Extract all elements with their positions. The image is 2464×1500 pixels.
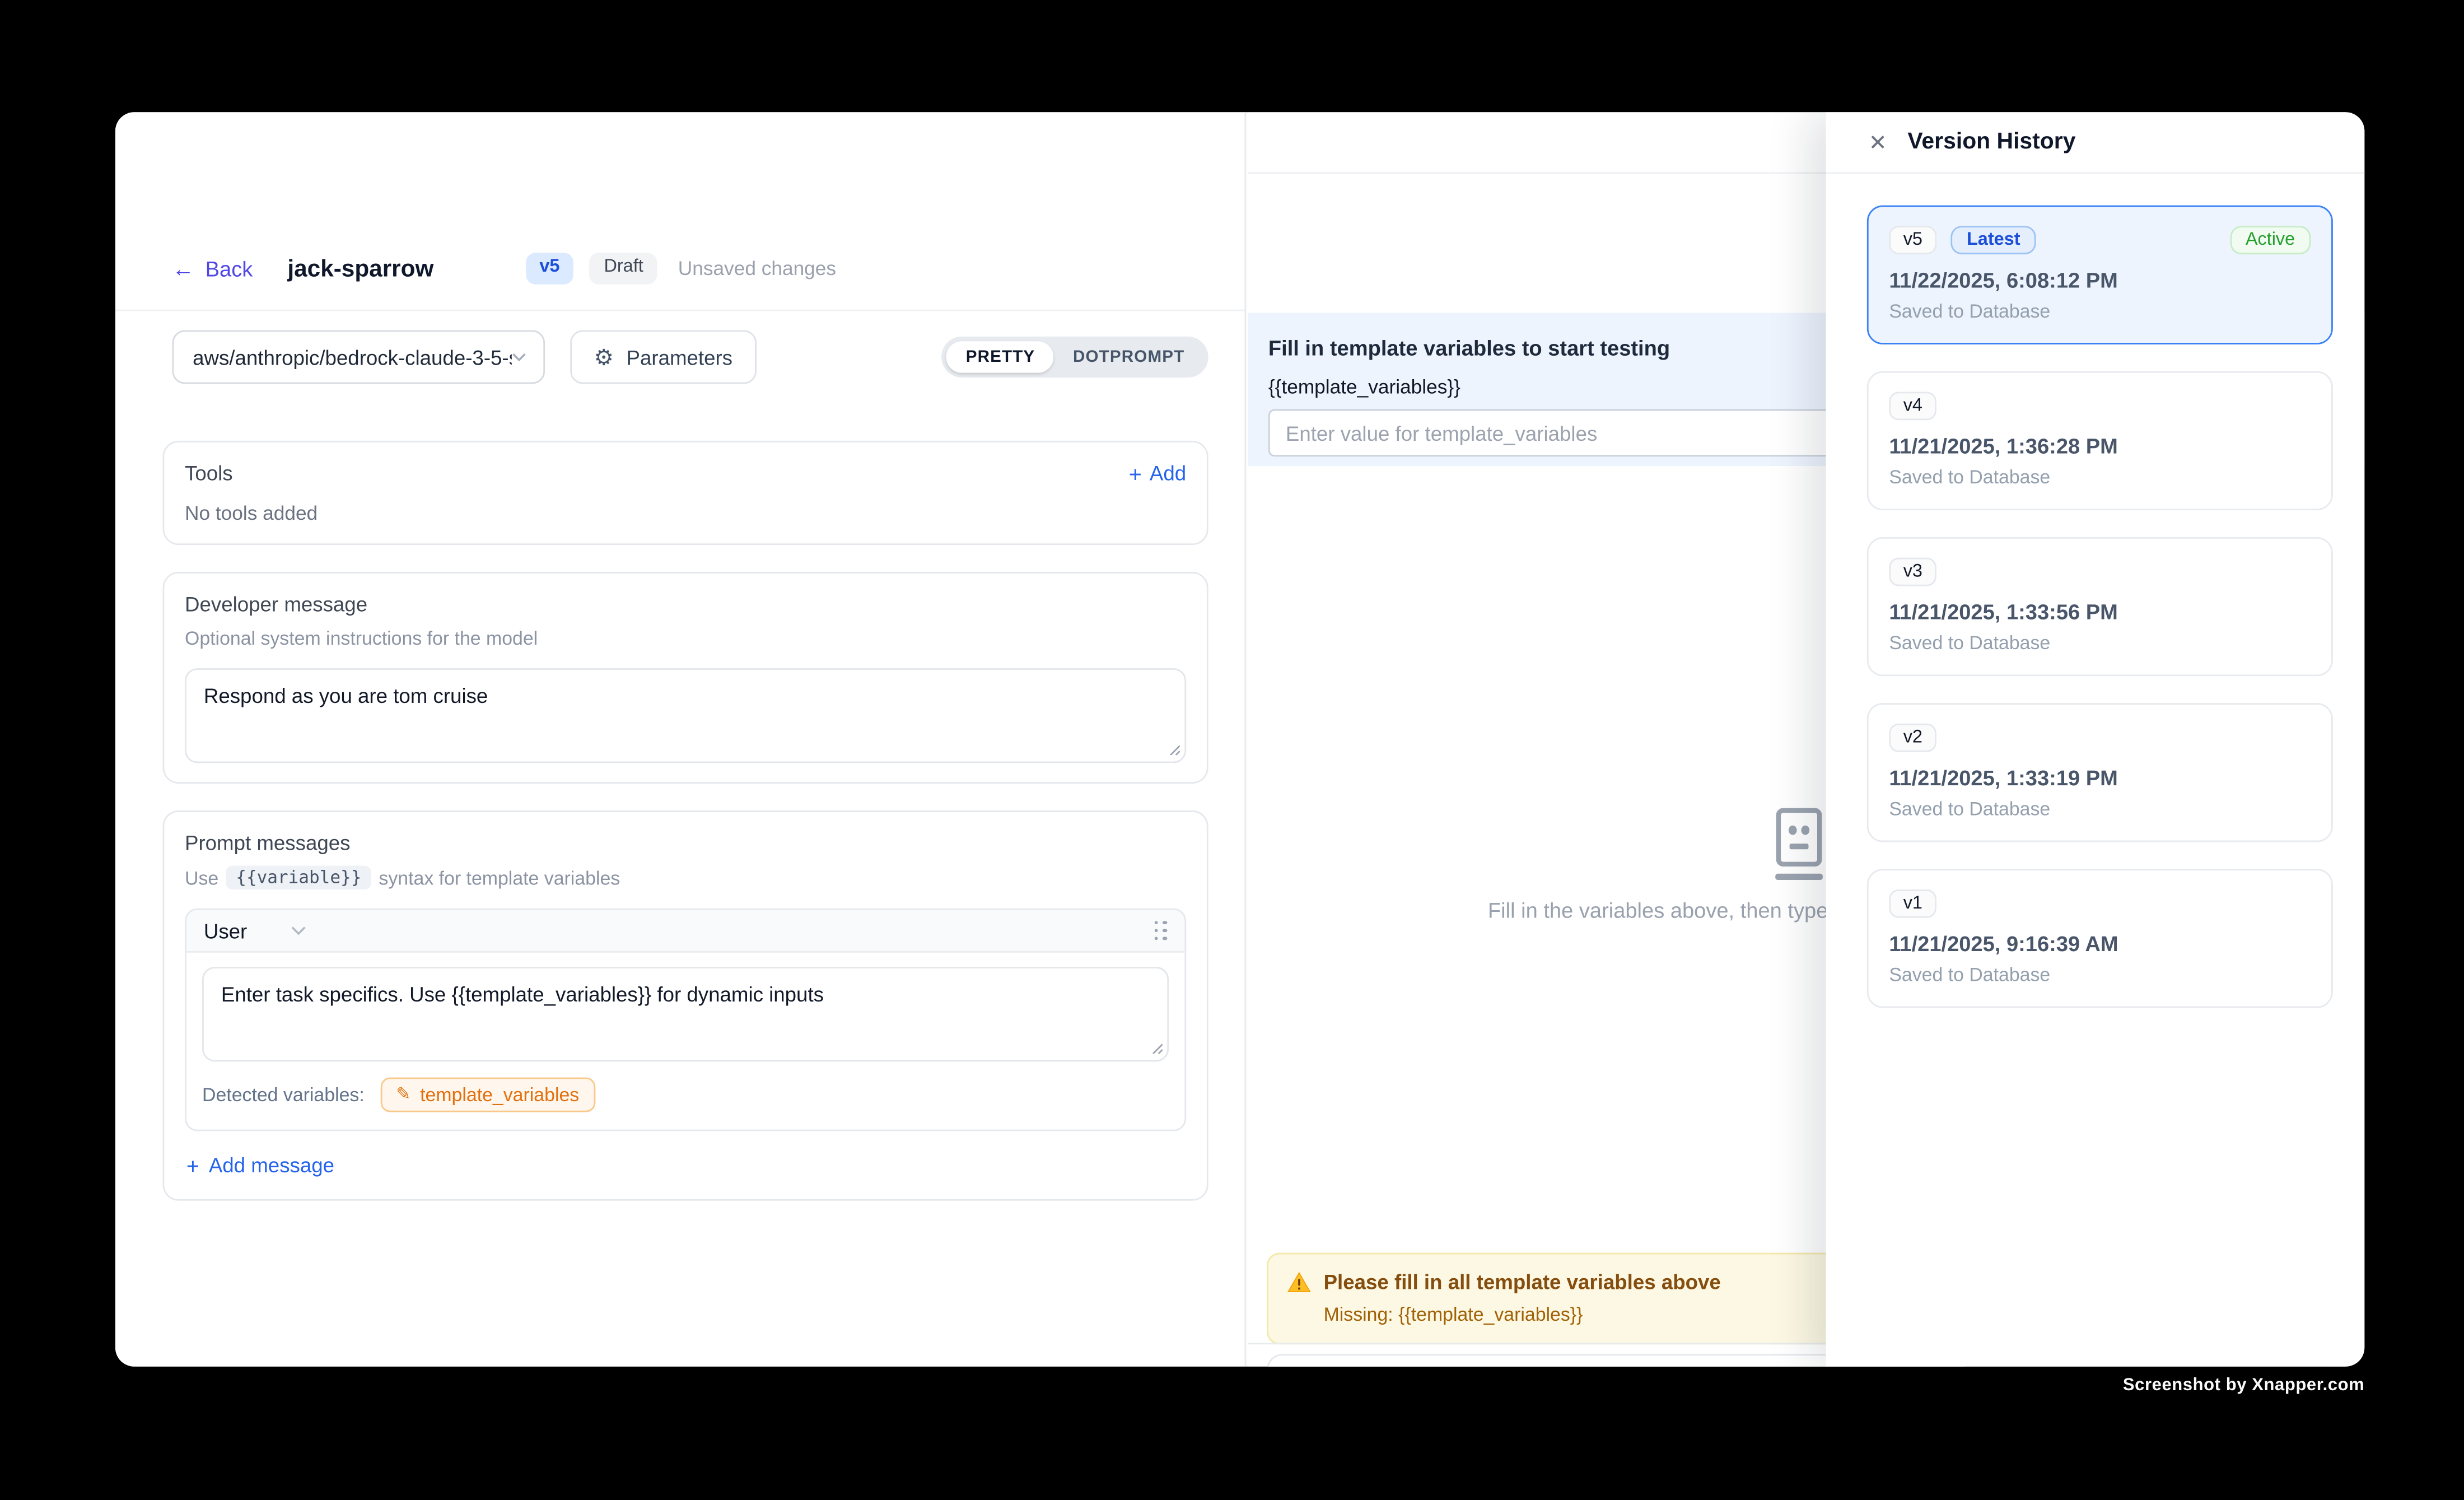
message-body: Enter task specifics. Use {{template_var… — [186, 953, 1185, 1062]
screenshot-stage: ← Back jack-sparrow v5 Draft Unsaved cha… — [0, 0, 2464, 1500]
version-timestamp: 11/21/2025, 1:33:56 PM — [1889, 600, 2311, 624]
version-timestamp: 11/21/2025, 1:36:28 PM — [1889, 435, 2311, 458]
chevron-down-icon — [291, 926, 307, 935]
version-storage: Saved to Database — [1889, 964, 2311, 986]
version-storage: Saved to Database — [1889, 798, 2311, 819]
drag-handle[interactable] — [1154, 920, 1167, 940]
version-card-v5[interactable]: v5 Latest Active 11/22/2025, 6:08:12 PM … — [1867, 206, 2333, 344]
developer-message-hint: Optional system instructions for the mod… — [185, 627, 1186, 649]
back-arrow-icon: ← — [172, 258, 194, 279]
watermark: Screenshot by Xnapper.com — [2123, 1376, 2364, 1395]
message-role-selector[interactable]: User — [204, 919, 307, 942]
version-badge: v5 — [525, 253, 574, 285]
parameters-label: Parameters — [627, 345, 733, 369]
version-card-v1[interactable]: v1 11/21/2025, 9:16:39 AM Saved to Datab… — [1867, 869, 2333, 1008]
version-history-title: Version History — [1907, 129, 2075, 155]
draft-badge: Draft — [590, 253, 657, 285]
version-timestamp: 11/21/2025, 9:16:39 AM — [1889, 932, 2311, 956]
model-row: aws/anthropic/bedrock-claude-3-5-s... ⚙ … — [163, 330, 1208, 384]
editor-header: ← Back jack-sparrow v5 Draft Unsaved cha… — [115, 112, 1245, 311]
message-content-input[interactable]: Enter task specifics. Use {{template_var… — [202, 967, 1169, 1061]
prompt-messages-card: Prompt messages Use {{variable}} syntax … — [163, 810, 1208, 1201]
tools-card: Tools + Add No tools added — [163, 441, 1208, 545]
add-message-label: Add message — [209, 1153, 334, 1177]
version-card-v2[interactable]: v2 11/21/2025, 1:33:19 PM Saved to Datab… — [1867, 703, 2333, 842]
format-toggle: PRETTY DOTPROMPT — [942, 337, 1208, 378]
active-badge: Active — [2230, 226, 2311, 254]
close-button[interactable]: ✕ — [1869, 131, 1887, 153]
add-tool-button[interactable]: + Add — [1129, 462, 1186, 485]
close-icon: ✕ — [1869, 129, 1887, 155]
version-number-badge: v4 — [1889, 392, 1936, 420]
detected-variables-label: Detected variables: — [202, 1084, 365, 1106]
prompt-messages-hint: Use {{variable}} syntax for template var… — [185, 866, 1186, 889]
add-message-button[interactable]: + Add message — [186, 1153, 1186, 1177]
version-list: v5 Latest Active 11/22/2025, 6:08:12 PM … — [1826, 174, 2364, 1008]
gear-icon: ⚙ — [594, 346, 614, 368]
editor-content: aws/anthropic/bedrock-claude-3-5-s... ⚙ … — [115, 311, 1245, 1201]
resize-handle-icon[interactable] — [1167, 743, 1180, 756]
version-card-v4[interactable]: v4 11/21/2025, 1:36:28 PM Saved to Datab… — [1867, 371, 2333, 510]
tools-label: Tools — [185, 462, 233, 485]
version-timestamp: 11/22/2025, 6:08:12 PM — [1889, 268, 2311, 292]
version-number-badge: v3 — [1889, 558, 1936, 586]
prompt-messages-label: Prompt messages — [185, 831, 1186, 855]
unsaved-changes-label: Unsaved changes — [678, 258, 836, 279]
developer-message-card: Developer message Optional system instru… — [163, 572, 1208, 784]
latest-badge: Latest — [1951, 226, 2036, 254]
message-header: User — [186, 910, 1185, 953]
version-history-panel: ✕ Version History v5 Latest Active 11/22… — [1826, 112, 2364, 1366]
warning-title: Please fill in all template variables ab… — [1324, 1270, 1721, 1294]
parameters-button[interactable]: ⚙ Parameters — [570, 330, 756, 384]
version-number-badge: v1 — [1889, 889, 1936, 918]
back-label: Back — [206, 257, 253, 281]
version-timestamp: 11/21/2025, 1:33:19 PM — [1889, 766, 2311, 790]
version-history-header: ✕ Version History — [1826, 112, 2364, 174]
detected-variables-row: Detected variables: ✎ template_variables — [186, 1061, 1185, 1129]
model-selector-value: aws/anthropic/bedrock-claude-3-5-s... — [193, 345, 511, 369]
variable-syntax-chip: {{variable}} — [226, 866, 371, 889]
message-role-value: User — [204, 919, 247, 942]
toggle-dotprompt[interactable]: DOTPROMPT — [1054, 341, 1203, 372]
chevron-down-icon — [511, 352, 526, 362]
version-storage: Saved to Database — [1889, 632, 2311, 654]
version-storage: Saved to Database — [1889, 466, 2311, 488]
resize-handle-icon[interactable] — [1150, 1041, 1163, 1054]
developer-message-input[interactable]: Respond as you are tom cruise — [185, 668, 1186, 763]
message-block: User Enter task specifics. Use {{templat… — [185, 909, 1186, 1131]
prompt-editor-pane: ← Back jack-sparrow v5 Draft Unsaved cha… — [115, 112, 1246, 1366]
add-tool-label: Add — [1150, 462, 1186, 485]
version-number-badge: v5 — [1889, 226, 1936, 254]
developer-message-label: Developer message — [185, 593, 1186, 616]
robot-icon — [1766, 807, 1832, 891]
hint-suffix: syntax for template variables — [379, 867, 620, 888]
version-card-v3[interactable]: v3 11/21/2025, 1:33:56 PM Saved to Datab… — [1867, 537, 2333, 676]
page-title: jack-sparrow — [287, 255, 433, 282]
model-selector[interactable]: aws/anthropic/bedrock-claude-3-5-s... — [172, 330, 545, 384]
version-number-badge: v2 — [1889, 724, 1936, 752]
pencil-icon: ✎ — [396, 1086, 410, 1103]
hint-prefix: Use — [185, 867, 218, 888]
plus-icon: + — [186, 1154, 199, 1176]
back-button[interactable]: ← Back — [172, 257, 253, 281]
detected-variable-name: template_variables — [420, 1084, 579, 1106]
detected-variable-badge[interactable]: ✎ template_variables — [380, 1078, 595, 1112]
toggle-pretty[interactable]: PRETTY — [947, 341, 1054, 372]
warning-icon — [1287, 1271, 1311, 1293]
tools-empty-text: No tools added — [185, 502, 1186, 524]
app-window: ← Back jack-sparrow v5 Draft Unsaved cha… — [115, 112, 2364, 1366]
version-storage: Saved to Database — [1889, 300, 2311, 322]
plus-icon: + — [1129, 462, 1142, 484]
